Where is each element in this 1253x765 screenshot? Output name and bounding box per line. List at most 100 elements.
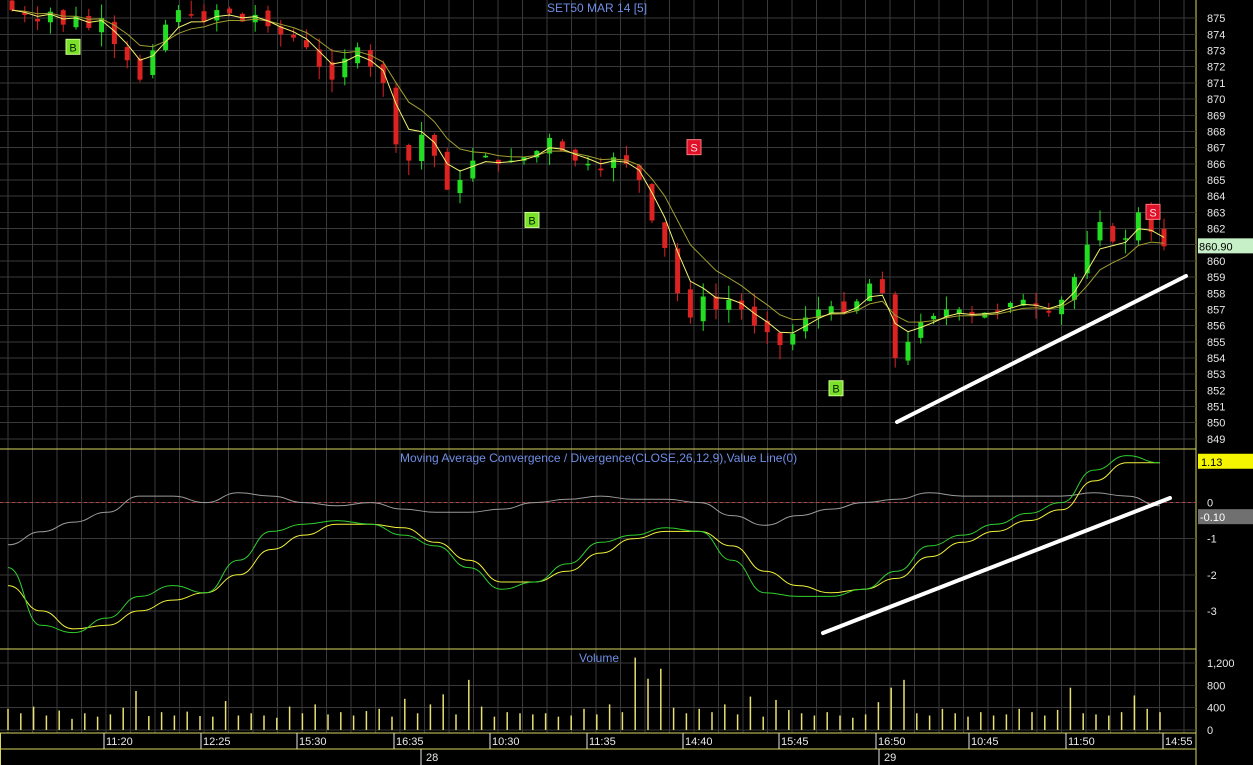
candle-body (495, 159, 501, 164)
histogram-value: -0.10 (1200, 512, 1225, 524)
candle-body (252, 14, 258, 23)
candle-body (751, 306, 757, 326)
price-tick: 851 (1207, 402, 1225, 414)
price-tick: 871 (1207, 78, 1225, 90)
time-label: 16:35 (396, 736, 424, 748)
candle-body (265, 10, 271, 27)
candle-body (367, 50, 373, 67)
sell-signal-marker: S (1145, 203, 1161, 220)
candle-body (329, 62, 335, 80)
candle-body (1097, 222, 1103, 241)
macd-tick: -1 (1207, 534, 1217, 546)
candle-body (777, 332, 783, 346)
last-price-box: 860.90 (1198, 238, 1253, 254)
price-tick: 853 (1207, 369, 1225, 381)
candle-body (700, 296, 706, 322)
last-price-value: 860.90 (1199, 241, 1233, 253)
buy-signal-marker: B (828, 380, 844, 397)
candle-body (214, 10, 220, 21)
date-label: 29 (884, 752, 896, 764)
candle-body (1161, 228, 1167, 247)
candle-body (1046, 310, 1052, 313)
candle-body (163, 24, 169, 51)
price-tick: 856 (1207, 321, 1225, 333)
candle-body (931, 315, 937, 320)
buy-signal-marker: B (524, 211, 540, 228)
candle-body (585, 163, 591, 166)
candle-body (9, 0, 15, 11)
price-tick: 866 (1207, 159, 1225, 171)
price-tick: 860 (1207, 256, 1225, 268)
time-label: 14:55 (1165, 736, 1193, 748)
time-label: 10:30 (492, 736, 520, 748)
candle-body (316, 49, 322, 67)
time-label: 16:50 (878, 736, 906, 748)
price-tick: 870 (1207, 94, 1225, 106)
price-tick: 868 (1207, 126, 1225, 138)
candle-body (60, 10, 66, 25)
candle-body (175, 10, 181, 23)
candle-body (687, 289, 693, 318)
candle-body (137, 58, 143, 80)
price-tick: 857 (1207, 304, 1225, 316)
price-tick: 867 (1207, 143, 1225, 155)
candle-body (1007, 302, 1013, 308)
price-tick: 862 (1207, 224, 1225, 236)
candle-body (419, 134, 425, 162)
price-tick: 852 (1207, 385, 1225, 397)
price-tick: 872 (1207, 62, 1225, 74)
price-tick: 864 (1207, 191, 1225, 203)
buy-signal-marker: B (65, 38, 81, 55)
chart-stage: B B S B S 875 874 873 872 871 870 869 868 867 866 865 8… (0, 0, 1253, 765)
time-label: 15:30 (299, 736, 327, 748)
price-tick: 875 (1207, 13, 1225, 25)
candle-body (35, 19, 41, 22)
volume-tick: 0 (1207, 725, 1213, 737)
marker-label: B (528, 215, 535, 227)
candle-body (291, 34, 297, 38)
marker-label: S (690, 143, 697, 155)
candle-body (713, 296, 719, 310)
time-label: 11:35 (589, 736, 616, 748)
price-tick: 859 (1207, 272, 1225, 284)
macd-tick: -2 (1207, 570, 1217, 582)
marker-label: S (1149, 207, 1156, 219)
candle-body (124, 47, 130, 61)
price-tick: 873 (1207, 46, 1225, 58)
price-tick: 869 (1207, 110, 1225, 122)
macd-panel-title: Moving Average Convergence / Divergence(… (400, 451, 798, 465)
candle-body (470, 160, 476, 179)
time-label: 12:25 (203, 736, 231, 748)
time-label: 11:20 (106, 736, 133, 748)
price-tick: 855 (1207, 337, 1225, 349)
candle-body (393, 87, 399, 145)
candle-body (841, 301, 847, 313)
candle-body (483, 155, 489, 158)
candle-body (1110, 226, 1116, 242)
macd-value: 1.13 (1201, 457, 1222, 469)
price-tick: 850 (1207, 418, 1225, 430)
candle-body (879, 279, 885, 294)
candle-body (662, 222, 668, 248)
sell-signal-marker: S (686, 139, 702, 156)
price-tick: 854 (1207, 353, 1225, 365)
candle-body (726, 299, 732, 310)
price-tick: 858 (1207, 288, 1225, 300)
time-label: 11:50 (1068, 736, 1095, 748)
macd-tick: 0 (1207, 498, 1213, 510)
candle-body (918, 322, 924, 338)
candle-body (227, 8, 233, 14)
candle-body (892, 294, 898, 358)
time-label: 10:45 (971, 736, 999, 748)
marker-label: B (69, 42, 76, 54)
candle-body (1135, 212, 1141, 241)
candle-body (790, 333, 796, 345)
price-tick: 874 (1207, 29, 1225, 41)
date-label: 28 (426, 752, 438, 764)
candle-body (406, 144, 412, 161)
candle-body (1123, 238, 1129, 240)
candle-body (303, 40, 309, 48)
time-label: 14:40 (685, 736, 713, 748)
candle-body (444, 151, 450, 190)
candle-body (201, 11, 207, 22)
